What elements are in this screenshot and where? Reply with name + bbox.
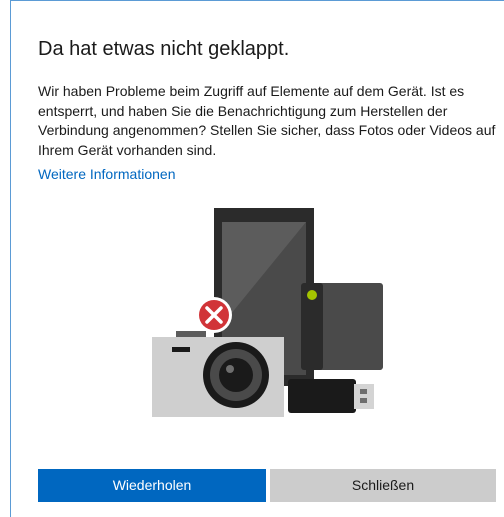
close-button[interactable]: Schließen — [270, 469, 496, 502]
window-border-left — [10, 0, 11, 517]
window-border-top — [10, 0, 504, 1]
dialog-title: Da hat etwas nicht geklappt. — [38, 38, 290, 60]
external-drive-icon — [301, 283, 383, 370]
usb-stick-icon — [288, 379, 374, 413]
more-info-link[interactable]: Weitere Informationen — [38, 166, 175, 182]
dialog-message: Wir haben Probleme beim Zugriff auf Elem… — [38, 83, 496, 158]
error-dialog: Da hat etwas nicht geklappt. Wir haben P… — [0, 0, 504, 517]
camera-icon — [152, 331, 284, 417]
error-icon — [196, 297, 232, 333]
retry-button[interactable]: Wiederholen — [38, 469, 266, 502]
device-illustration — [148, 205, 388, 420]
